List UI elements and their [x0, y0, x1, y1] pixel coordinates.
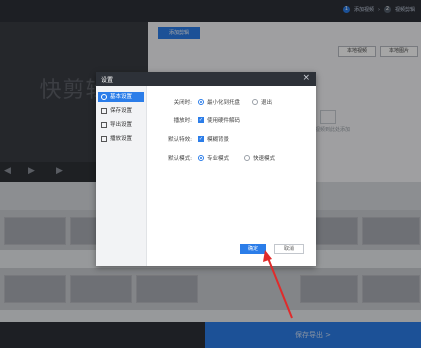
confirm-button[interactable]: 确定	[240, 244, 266, 254]
checkbox-checked-icon: ✓	[198, 136, 204, 142]
settings-dialog: 设置 × 基本设置 保存设置 导出设置 播放设置 关闭时: 最小化到托盘 退出 …	[96, 72, 316, 266]
mode-fast-radio[interactable]: 快速模式	[244, 154, 275, 162]
default-effect-label: 默认特效:	[168, 137, 192, 143]
radio-label: 退出	[261, 100, 273, 106]
sidebar-item-save[interactable]: 保存设置	[98, 106, 144, 116]
checkbox-checked-icon: ✓	[198, 117, 204, 123]
folder-icon	[101, 135, 107, 142]
sidebar-item-label: 播放设置	[110, 136, 133, 142]
radio-label: 专业模式	[207, 156, 230, 162]
close-exit-radio[interactable]: 退出	[252, 98, 272, 106]
save-icon	[101, 107, 107, 114]
radio-selected-icon	[198, 155, 204, 161]
sidebar-item-label: 导出设置	[110, 122, 133, 128]
default-mode-label: 默认模式:	[168, 156, 192, 162]
gear-icon	[101, 93, 107, 100]
mode-pro-radio[interactable]: 专业模式	[198, 154, 229, 162]
hardware-decode-checkbox[interactable]: ✓ 使用硬件解码	[198, 116, 240, 124]
sidebar-item-export[interactable]: 导出设置	[98, 120, 144, 130]
sidebar-item-label: 保存设置	[110, 108, 133, 114]
sidebar-item-basic[interactable]: 基本设置	[98, 92, 144, 102]
radio-label: 最小化到托盘	[207, 100, 241, 106]
sidebar-item-label: 基本设置	[110, 94, 133, 100]
settings-sidebar: 基本设置 保存设置 导出设置 播放设置	[96, 86, 147, 266]
radio-unselected-icon	[244, 155, 250, 161]
radio-selected-icon	[198, 99, 204, 105]
close-behavior-label: 关闭时:	[173, 100, 192, 106]
export-icon	[101, 121, 107, 128]
radio-unselected-icon	[252, 99, 258, 105]
sidebar-item-playback[interactable]: 播放设置	[98, 134, 144, 144]
blur-background-checkbox[interactable]: ✓ 模糊背景	[198, 135, 229, 143]
dialog-header: 设置 ×	[96, 72, 316, 86]
playback-label: 播放时:	[173, 118, 192, 124]
dialog-title: 设置	[101, 77, 114, 84]
cancel-button[interactable]: 取消	[274, 244, 304, 254]
radio-label: 快速模式	[253, 156, 276, 162]
close-icon[interactable]: ×	[302, 73, 310, 83]
checkbox-label: 模糊背景	[207, 137, 230, 143]
close-minimize-radio[interactable]: 最小化到托盘	[198, 98, 240, 106]
checkbox-label: 使用硬件解码	[207, 118, 241, 124]
